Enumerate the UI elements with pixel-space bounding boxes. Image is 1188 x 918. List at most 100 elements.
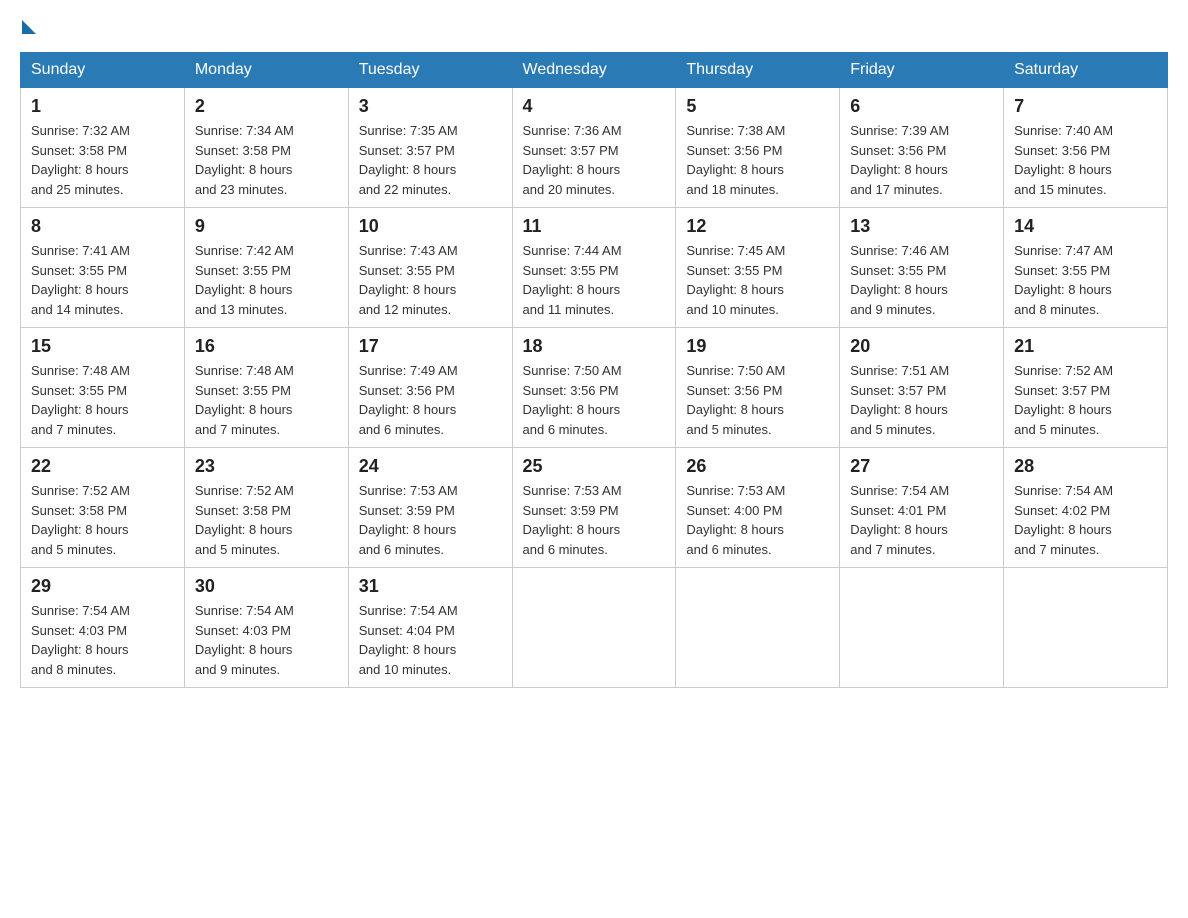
calendar-header-row: SundayMondayTuesdayWednesdayThursdayFrid… (21, 53, 1168, 88)
day-info: Sunrise: 7:53 AMSunset: 4:00 PMDaylight:… (686, 483, 785, 557)
calendar-cell: 2 Sunrise: 7:34 AMSunset: 3:58 PMDayligh… (184, 88, 348, 208)
calendar-cell: 9 Sunrise: 7:42 AMSunset: 3:55 PMDayligh… (184, 208, 348, 328)
day-info: Sunrise: 7:53 AMSunset: 3:59 PMDaylight:… (359, 483, 458, 557)
calendar-cell: 16 Sunrise: 7:48 AMSunset: 3:55 PMDaylig… (184, 328, 348, 448)
calendar-cell: 31 Sunrise: 7:54 AMSunset: 4:04 PMDaylig… (348, 568, 512, 688)
day-number: 31 (359, 576, 502, 597)
calendar-cell: 25 Sunrise: 7:53 AMSunset: 3:59 PMDaylig… (512, 448, 676, 568)
day-number: 29 (31, 576, 174, 597)
day-number: 19 (686, 336, 829, 357)
day-info: Sunrise: 7:47 AMSunset: 3:55 PMDaylight:… (1014, 243, 1113, 317)
calendar-cell: 26 Sunrise: 7:53 AMSunset: 4:00 PMDaylig… (676, 448, 840, 568)
day-number: 7 (1014, 96, 1157, 117)
day-info: Sunrise: 7:52 AMSunset: 3:57 PMDaylight:… (1014, 363, 1113, 437)
calendar-cell (676, 568, 840, 688)
calendar-cell (840, 568, 1004, 688)
col-header-friday: Friday (840, 53, 1004, 88)
day-info: Sunrise: 7:42 AMSunset: 3:55 PMDaylight:… (195, 243, 294, 317)
day-info: Sunrise: 7:39 AMSunset: 3:56 PMDaylight:… (850, 123, 949, 197)
calendar-cell: 23 Sunrise: 7:52 AMSunset: 3:58 PMDaylig… (184, 448, 348, 568)
day-number: 30 (195, 576, 338, 597)
col-header-tuesday: Tuesday (348, 53, 512, 88)
calendar-cell: 18 Sunrise: 7:50 AMSunset: 3:56 PMDaylig… (512, 328, 676, 448)
day-info: Sunrise: 7:54 AMSunset: 4:03 PMDaylight:… (31, 603, 130, 677)
calendar-week-1: 1 Sunrise: 7:32 AMSunset: 3:58 PMDayligh… (21, 88, 1168, 208)
day-info: Sunrise: 7:50 AMSunset: 3:56 PMDaylight:… (523, 363, 622, 437)
day-number: 2 (195, 96, 338, 117)
day-info: Sunrise: 7:48 AMSunset: 3:55 PMDaylight:… (195, 363, 294, 437)
day-info: Sunrise: 7:40 AMSunset: 3:56 PMDaylight:… (1014, 123, 1113, 197)
calendar-cell: 19 Sunrise: 7:50 AMSunset: 3:56 PMDaylig… (676, 328, 840, 448)
day-number: 16 (195, 336, 338, 357)
calendar-cell: 1 Sunrise: 7:32 AMSunset: 3:58 PMDayligh… (21, 88, 185, 208)
calendar-table: SundayMondayTuesdayWednesdayThursdayFrid… (20, 52, 1168, 688)
calendar-cell: 8 Sunrise: 7:41 AMSunset: 3:55 PMDayligh… (21, 208, 185, 328)
day-number: 17 (359, 336, 502, 357)
day-number: 14 (1014, 216, 1157, 237)
calendar-cell: 13 Sunrise: 7:46 AMSunset: 3:55 PMDaylig… (840, 208, 1004, 328)
day-info: Sunrise: 7:32 AMSunset: 3:58 PMDaylight:… (31, 123, 130, 197)
day-info: Sunrise: 7:52 AMSunset: 3:58 PMDaylight:… (31, 483, 130, 557)
day-number: 9 (195, 216, 338, 237)
day-info: Sunrise: 7:54 AMSunset: 4:04 PMDaylight:… (359, 603, 458, 677)
day-info: Sunrise: 7:45 AMSunset: 3:55 PMDaylight:… (686, 243, 785, 317)
day-number: 24 (359, 456, 502, 477)
logo (20, 20, 38, 32)
day-info: Sunrise: 7:35 AMSunset: 3:57 PMDaylight:… (359, 123, 458, 197)
day-info: Sunrise: 7:49 AMSunset: 3:56 PMDaylight:… (359, 363, 458, 437)
day-number: 18 (523, 336, 666, 357)
calendar-cell: 12 Sunrise: 7:45 AMSunset: 3:55 PMDaylig… (676, 208, 840, 328)
day-number: 1 (31, 96, 174, 117)
col-header-sunday: Sunday (21, 53, 185, 88)
calendar-week-3: 15 Sunrise: 7:48 AMSunset: 3:55 PMDaylig… (21, 328, 1168, 448)
calendar-cell: 27 Sunrise: 7:54 AMSunset: 4:01 PMDaylig… (840, 448, 1004, 568)
calendar-cell: 11 Sunrise: 7:44 AMSunset: 3:55 PMDaylig… (512, 208, 676, 328)
calendar-week-4: 22 Sunrise: 7:52 AMSunset: 3:58 PMDaylig… (21, 448, 1168, 568)
logo-text (20, 20, 38, 34)
calendar-cell: 3 Sunrise: 7:35 AMSunset: 3:57 PMDayligh… (348, 88, 512, 208)
day-number: 6 (850, 96, 993, 117)
day-number: 4 (523, 96, 666, 117)
day-number: 10 (359, 216, 502, 237)
calendar-cell: 4 Sunrise: 7:36 AMSunset: 3:57 PMDayligh… (512, 88, 676, 208)
day-info: Sunrise: 7:51 AMSunset: 3:57 PMDaylight:… (850, 363, 949, 437)
col-header-saturday: Saturday (1004, 53, 1168, 88)
calendar-cell: 7 Sunrise: 7:40 AMSunset: 3:56 PMDayligh… (1004, 88, 1168, 208)
day-info: Sunrise: 7:53 AMSunset: 3:59 PMDaylight:… (523, 483, 622, 557)
day-number: 23 (195, 456, 338, 477)
page-header (20, 20, 1168, 32)
calendar-cell: 24 Sunrise: 7:53 AMSunset: 3:59 PMDaylig… (348, 448, 512, 568)
calendar-cell: 20 Sunrise: 7:51 AMSunset: 3:57 PMDaylig… (840, 328, 1004, 448)
day-number: 27 (850, 456, 993, 477)
day-info: Sunrise: 7:38 AMSunset: 3:56 PMDaylight:… (686, 123, 785, 197)
day-number: 11 (523, 216, 666, 237)
calendar-cell: 30 Sunrise: 7:54 AMSunset: 4:03 PMDaylig… (184, 568, 348, 688)
calendar-cell: 10 Sunrise: 7:43 AMSunset: 3:55 PMDaylig… (348, 208, 512, 328)
col-header-thursday: Thursday (676, 53, 840, 88)
logo-triangle-icon (22, 20, 36, 34)
day-number: 13 (850, 216, 993, 237)
day-info: Sunrise: 7:34 AMSunset: 3:58 PMDaylight:… (195, 123, 294, 197)
calendar-cell: 22 Sunrise: 7:52 AMSunset: 3:58 PMDaylig… (21, 448, 185, 568)
day-info: Sunrise: 7:54 AMSunset: 4:03 PMDaylight:… (195, 603, 294, 677)
day-number: 22 (31, 456, 174, 477)
day-info: Sunrise: 7:54 AMSunset: 4:02 PMDaylight:… (1014, 483, 1113, 557)
col-header-monday: Monday (184, 53, 348, 88)
day-number: 21 (1014, 336, 1157, 357)
day-info: Sunrise: 7:36 AMSunset: 3:57 PMDaylight:… (523, 123, 622, 197)
calendar-cell: 28 Sunrise: 7:54 AMSunset: 4:02 PMDaylig… (1004, 448, 1168, 568)
day-number: 20 (850, 336, 993, 357)
day-number: 25 (523, 456, 666, 477)
day-number: 8 (31, 216, 174, 237)
calendar-cell: 6 Sunrise: 7:39 AMSunset: 3:56 PMDayligh… (840, 88, 1004, 208)
day-info: Sunrise: 7:54 AMSunset: 4:01 PMDaylight:… (850, 483, 949, 557)
col-header-wednesday: Wednesday (512, 53, 676, 88)
calendar-cell: 17 Sunrise: 7:49 AMSunset: 3:56 PMDaylig… (348, 328, 512, 448)
calendar-cell (512, 568, 676, 688)
calendar-cell (1004, 568, 1168, 688)
calendar-cell: 14 Sunrise: 7:47 AMSunset: 3:55 PMDaylig… (1004, 208, 1168, 328)
day-info: Sunrise: 7:52 AMSunset: 3:58 PMDaylight:… (195, 483, 294, 557)
calendar-week-5: 29 Sunrise: 7:54 AMSunset: 4:03 PMDaylig… (21, 568, 1168, 688)
day-info: Sunrise: 7:46 AMSunset: 3:55 PMDaylight:… (850, 243, 949, 317)
day-number: 5 (686, 96, 829, 117)
